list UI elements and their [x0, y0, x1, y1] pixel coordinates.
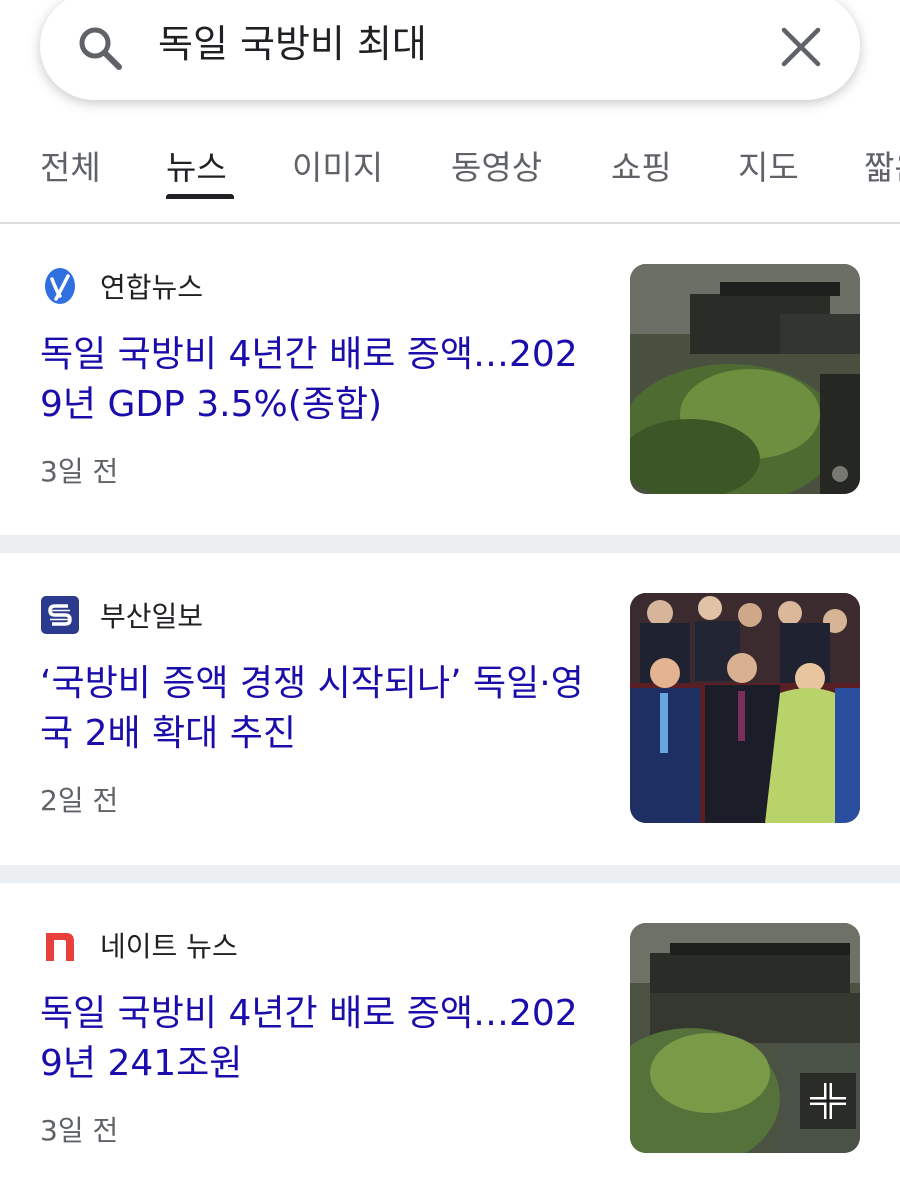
news-source: 네이트 뉴스: [40, 925, 238, 965]
tab-maps[interactable]: 지도: [738, 136, 799, 200]
headline-link[interactable]: 독일 국방비 4년간 배로 증액…2029년 241조원: [40, 989, 600, 1089]
source-name: 네이트 뉴스: [100, 930, 238, 963]
result-divider: [0, 865, 900, 883]
close-icon[interactable]: [780, 26, 822, 68]
headline-link[interactable]: 독일 국방비 4년간 배로 증액…2029년 GDP 3.5%(종합): [40, 330, 600, 430]
source-name: 부산일보: [100, 600, 204, 633]
headline-link[interactable]: ‘국방비 증액 경쟁 시작되나’ 독일·영국 2배 확대 추진: [40, 659, 600, 759]
source-name: 연합뉴스: [100, 271, 204, 304]
tab-shopping[interactable]: 쇼핑: [611, 136, 672, 200]
tab-shorts[interactable]: 짧은: [864, 136, 900, 200]
search-tabs: 전체 뉴스 이미지 동영상 쇼핑 지도 짧은: [0, 118, 900, 224]
search-bar[interactable]: 독일 국방비 최대: [40, 0, 860, 100]
result-divider: [0, 535, 900, 553]
tab-news[interactable]: 뉴스: [166, 136, 227, 200]
tab-videos[interactable]: 동영상: [451, 136, 542, 200]
busan-ilbo-logo-icon: [40, 595, 80, 635]
search-input[interactable]: 독일 국방비 최대: [158, 14, 758, 74]
nate-logo-icon: [40, 925, 80, 965]
news-result-card[interactable]: 연합뉴스 독일 국방비 4년간 배로 증액…2029년 GDP 3.5%(종합)…: [0, 224, 900, 534]
news-result-card[interactable]: 부산일보 ‘국방비 증액 경쟁 시작되나’ 독일·영국 2배 확대 추진 2일 …: [0, 553, 900, 865]
publish-time: 3일 전: [40, 455, 119, 488]
yonhap-logo-icon: [40, 266, 80, 306]
military-vehicle-image[interactable]: [630, 264, 860, 494]
leaders-group-photo-image[interactable]: [630, 593, 860, 823]
tab-images[interactable]: 이미지: [292, 136, 383, 200]
news-source: 부산일보: [40, 595, 203, 635]
military-vehicle-image[interactable]: [630, 923, 860, 1153]
publish-time: 3일 전: [40, 1114, 119, 1147]
tab-all[interactable]: 전체: [40, 136, 101, 200]
active-tab-indicator: [166, 194, 234, 199]
search-icon[interactable]: [76, 24, 124, 72]
publish-time: 2일 전: [40, 784, 119, 817]
news-result-card[interactable]: 네이트 뉴스 독일 국방비 4년간 배로 증액…2029년 241조원 3일 전: [0, 883, 900, 1184]
news-source: 연합뉴스: [40, 266, 203, 306]
